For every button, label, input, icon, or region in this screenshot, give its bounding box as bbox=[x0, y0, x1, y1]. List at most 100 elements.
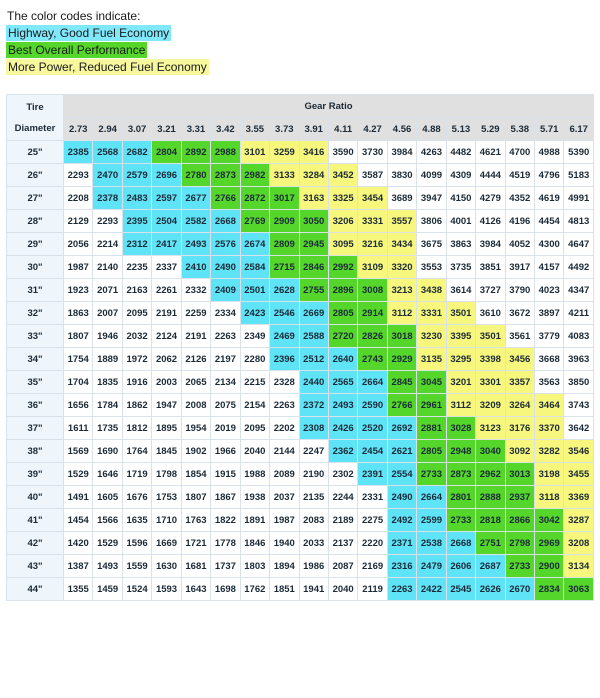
rpm-cell: 2584 bbox=[239, 255, 271, 279]
tire-diameter-cell: 38" bbox=[6, 439, 64, 463]
rpm-cell: 3050 bbox=[298, 209, 329, 233]
rpm-cell: 2945 bbox=[298, 232, 329, 256]
rpm-cell: 3563 bbox=[533, 370, 565, 394]
rpm-cell: 3284 bbox=[298, 163, 329, 187]
tire-diameter-cell: 32" bbox=[6, 301, 64, 325]
rpm-cell: 2798 bbox=[504, 531, 536, 555]
rpm-cell: 2948 bbox=[445, 439, 477, 463]
rpm-cell: 2409 bbox=[210, 278, 241, 302]
tire-diameter-cell: 25" bbox=[6, 140, 64, 164]
rpm-cell: 4988 bbox=[533, 140, 565, 164]
rpm-cell: 2220 bbox=[357, 531, 388, 555]
rpm-cell: 3176 bbox=[504, 416, 536, 440]
rpm-cell: 1529 bbox=[92, 531, 123, 555]
table-row: 37" 1611 1735 1812 1895 1954 2019 2095 2202 2308 2… bbox=[6, 416, 594, 440]
ratio-header-14: 5.29 bbox=[475, 117, 506, 141]
rpm-cell: 2426 bbox=[327, 416, 359, 440]
rpm-cell: 2896 bbox=[327, 278, 359, 302]
rpm-cell: 2479 bbox=[416, 554, 447, 578]
rpm-cell: 2371 bbox=[386, 531, 418, 555]
ratio-header-11: 4.56 bbox=[386, 117, 418, 141]
ratio-header-10: 4.27 bbox=[357, 117, 388, 141]
rpm-cell: 4023 bbox=[533, 278, 565, 302]
rpm-cell: 2845 bbox=[386, 370, 418, 394]
rpm-cell: 4347 bbox=[563, 278, 594, 302]
rpm-cell: 3209 bbox=[475, 393, 506, 417]
rpm-cell: 1807 bbox=[180, 485, 212, 509]
rpm-cell: 1721 bbox=[180, 531, 212, 555]
rpm-cell: 3123 bbox=[475, 416, 506, 440]
rpm-cell: 2988 bbox=[210, 140, 241, 164]
rpm-cell: 3017 bbox=[269, 186, 300, 210]
rpm-cell: 2769 bbox=[239, 209, 271, 233]
ratio-header-16: 5.71 bbox=[533, 117, 565, 141]
rpm-cell: 2755 bbox=[298, 278, 329, 302]
rpm-cell: 3201 bbox=[445, 370, 477, 394]
rpm-cell: 2715 bbox=[269, 255, 300, 279]
rpm-cell: 2062 bbox=[151, 347, 182, 371]
rpm-cell: 2214 bbox=[92, 232, 123, 256]
rpm-cell: 1902 bbox=[180, 439, 212, 463]
rpm-cell: 1656 bbox=[62, 393, 94, 417]
rpm-cell: 1894 bbox=[269, 554, 300, 578]
rpm-cell: 1938 bbox=[239, 485, 271, 509]
rpm-cell: 1569 bbox=[62, 439, 94, 463]
rpm-cell: 2089 bbox=[269, 462, 300, 486]
rpm-cell: 1940 bbox=[269, 531, 300, 555]
rpm-cell: 2492 bbox=[386, 508, 418, 532]
ratio-header-1: 2.94 bbox=[92, 117, 123, 141]
rpm-cell: 2664 bbox=[357, 370, 388, 394]
rpm-cell: 2493 bbox=[180, 232, 212, 256]
rpm-cell: 2597 bbox=[151, 186, 182, 210]
rpm-cell: 2834 bbox=[533, 577, 565, 601]
rpm-cell: 2766 bbox=[210, 186, 241, 210]
rpm-cell: 2588 bbox=[298, 324, 329, 348]
rpm-cell: 3370 bbox=[533, 416, 565, 440]
rpm-cell: 2312 bbox=[121, 232, 153, 256]
rpm-cell: 2568 bbox=[92, 140, 123, 164]
rpm-cell: 1646 bbox=[92, 462, 123, 486]
rpm-cell: 1690 bbox=[92, 439, 123, 463]
rpm-cell: 3830 bbox=[386, 163, 418, 187]
rpm-cell: 1812 bbox=[121, 416, 153, 440]
rpm-cell: 2872 bbox=[239, 186, 271, 210]
rpm-cell: 4796 bbox=[533, 163, 565, 187]
ratio-header-0: 2.73 bbox=[62, 117, 94, 141]
rpm-cell: 2512 bbox=[298, 347, 329, 371]
rpm-cell: 2751 bbox=[475, 531, 506, 555]
rpm-cell: 3282 bbox=[533, 439, 565, 463]
rpm-cell: 2003 bbox=[151, 370, 182, 394]
rpm-cell: 2169 bbox=[357, 554, 388, 578]
rpm-cell: 2866 bbox=[504, 508, 536, 532]
rpm-cell: 4309 bbox=[445, 163, 477, 187]
rpm-cell: 2075 bbox=[210, 393, 241, 417]
rpm-cell: 1524 bbox=[121, 577, 153, 601]
corner-header-top: Tire bbox=[26, 101, 44, 113]
rpm-cell: 1719 bbox=[121, 462, 153, 486]
rpm-cell: 3213 bbox=[386, 278, 418, 302]
rpm-cell: 2809 bbox=[269, 232, 300, 256]
rpm-cell: 1895 bbox=[151, 416, 182, 440]
rpm-cell: 2032 bbox=[121, 324, 153, 348]
rpm-cell: 2576 bbox=[210, 232, 241, 256]
rpm-cell: 3689 bbox=[386, 186, 418, 210]
rpm-cell: 1807 bbox=[62, 324, 94, 348]
table-row: 38" 1569 1690 1764 1845 1902 1966 2040 2144 2247 2… bbox=[6, 439, 594, 463]
rpm-cell: 1954 bbox=[180, 416, 212, 440]
table-row: 26" 2293 2470 2579 2696 2780 2873 2982 3133 3284 3… bbox=[6, 163, 594, 187]
rpm-cell: 4052 bbox=[504, 232, 536, 256]
rpm-cell: 2247 bbox=[298, 439, 329, 463]
rpm-cell: 1454 bbox=[62, 508, 94, 532]
rpm-cell: 2422 bbox=[416, 577, 447, 601]
ratio-header-3: 3.21 bbox=[151, 117, 182, 141]
rpm-cell: 3008 bbox=[357, 278, 388, 302]
gear-ratio-table-container: Tire Diameter Gear Ratio 2.73 2.94 3.07 3.2… bbox=[0, 94, 600, 601]
rpm-cell: 3092 bbox=[504, 439, 536, 463]
rpm-cell: 2961 bbox=[416, 393, 447, 417]
rpm-cell: 1863 bbox=[62, 301, 94, 325]
rpm-cell: 1762 bbox=[239, 577, 271, 601]
rpm-cell: 2579 bbox=[121, 163, 153, 187]
rpm-cell: 2582 bbox=[180, 209, 212, 233]
rpm-cell: 2565 bbox=[327, 370, 359, 394]
rpm-cell: 2818 bbox=[475, 508, 506, 532]
